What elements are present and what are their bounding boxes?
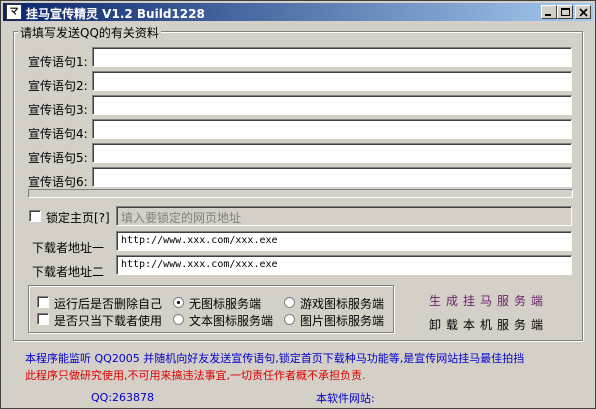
group-legend: 请填写发送QQ的有关资料	[18, 24, 161, 41]
delete-self-checkbox[interactable]	[37, 296, 49, 308]
slogan-input-1[interactable]	[92, 47, 572, 67]
icon-text-label[interactable]: 文本图标服务端	[189, 312, 273, 329]
downloader-only-checkbox[interactable]	[37, 313, 49, 325]
window-title: 挂马宣传精灵 V1.2 Build1228	[26, 7, 205, 21]
icon-game-radio[interactable]	[284, 297, 295, 308]
slogan-input-5[interactable]	[92, 143, 572, 163]
uninstall-server-link[interactable]: 卸载本机服务端	[429, 316, 548, 333]
slogan-input-4[interactable]	[92, 119, 572, 139]
slogan-label-4: 宣传语句4:	[28, 127, 88, 141]
main-window: マ 挂马宣传精灵 V1.2 Build1228 请填写发送QQ的有关资料 宣传语…	[0, 0, 596, 409]
slogan-label-5: 宣传语句5:	[28, 151, 88, 165]
generate-server-link[interactable]: 生成挂马服务端	[429, 292, 548, 309]
downloader-only-label[interactable]: 是否只当下载者使用	[54, 312, 162, 329]
download-url2-input[interactable]: http://www.xxx.com/xxx.exe	[116, 255, 572, 275]
close-icon	[579, 8, 588, 17]
footer-website[interactable]: 本软件网站:	[316, 390, 375, 406]
minimize-button[interactable]	[541, 5, 557, 19]
slogan-input-2[interactable]	[92, 71, 572, 91]
footer-description: 本程序能监听 QQ2005 并随机向好友发送宣传语句,锁定首页下载种马功能等,是…	[25, 352, 525, 365]
icon-text-radio[interactable]	[173, 314, 184, 325]
slogan-label-3: 宣传语句3:	[28, 103, 88, 117]
title-bar[interactable]: マ 挂马宣传精灵 V1.2 Build1228	[3, 3, 593, 21]
download-url2-label: 下载者地址二	[32, 265, 105, 279]
icon-image-radio[interactable]	[284, 314, 295, 325]
app-icon: マ	[6, 4, 22, 20]
lock-url-input[interactable]: 填入要锁定的网页地址	[116, 206, 572, 226]
slogan-label-2: 宣传语句2:	[28, 79, 88, 93]
icon-none-radio[interactable]	[173, 297, 184, 308]
maximize-icon	[561, 8, 570, 16]
footer-warning: 此程序只做研究使用,不可用来搞违法事宜,一切责任作者概不承担负责.	[25, 369, 366, 382]
icon-image-label[interactable]: 图片图标服务端	[300, 312, 384, 329]
icon-none-label[interactable]: 无图标服务端	[189, 295, 261, 312]
maximize-button[interactable]	[557, 5, 573, 19]
slogan-label-6: 宣传语句6:	[28, 175, 88, 189]
close-button[interactable]	[575, 5, 591, 19]
progress-bar	[28, 189, 573, 198]
footer-qq: QQ:263878	[91, 391, 155, 404]
delete-self-label[interactable]: 运行后是否删除自己	[54, 295, 162, 312]
slogan-input-6[interactable]	[92, 167, 572, 187]
download-url1-input[interactable]: http://www.xxx.com/xxx.exe	[116, 231, 572, 251]
lock-homepage-label[interactable]: 锁定主页[?]	[46, 209, 110, 226]
icon-game-label[interactable]: 游戏图标服务端	[300, 295, 384, 312]
lock-homepage-checkbox[interactable]	[29, 210, 41, 222]
download-url1-label: 下载者地址一	[32, 241, 105, 255]
minimize-icon	[545, 14, 551, 16]
slogan-label-1: 宣传语句1:	[28, 55, 88, 69]
slogan-input-3[interactable]	[92, 95, 572, 115]
